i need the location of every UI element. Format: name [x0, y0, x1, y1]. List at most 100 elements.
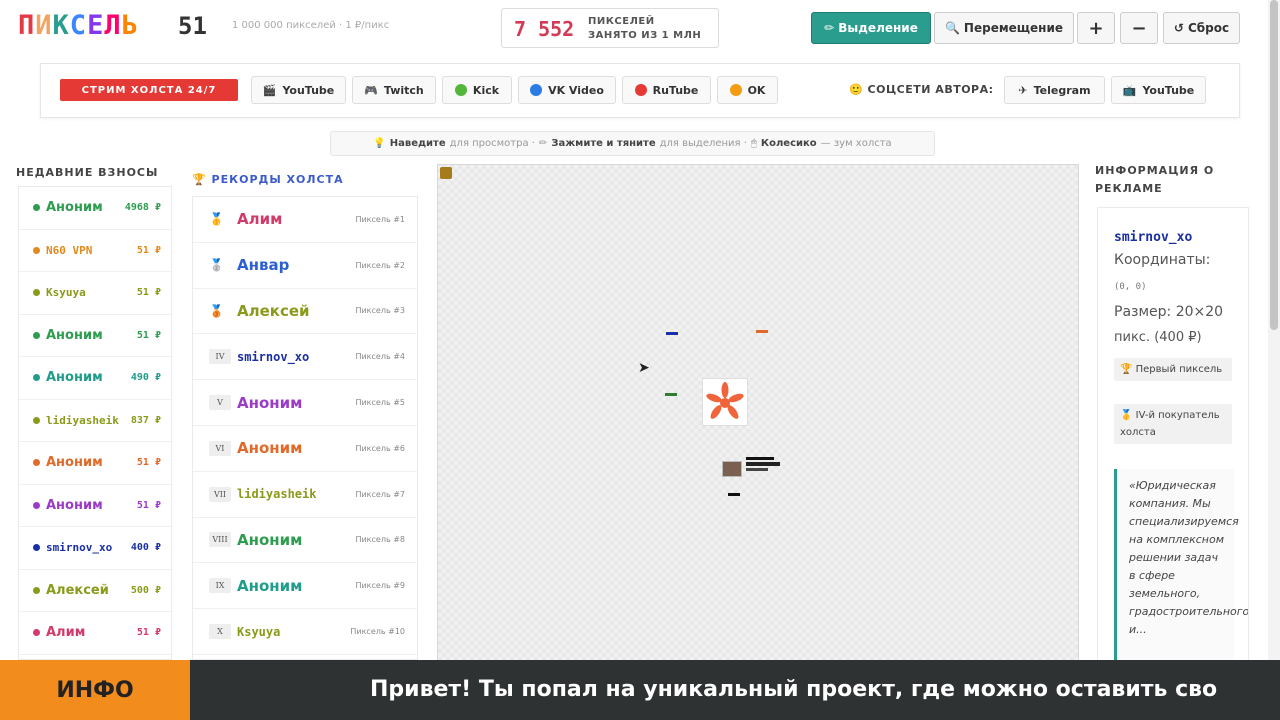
- live-stream-button[interactable]: СТРИМ ХОЛСТА 24/7: [60, 79, 238, 101]
- record-pixel-note: Пиксель #6: [355, 443, 405, 453]
- author-youtube-button[interactable]: 📺 YouTube: [1111, 76, 1206, 104]
- donor-name: Аноним: [46, 200, 103, 216]
- donor-name: lidiyasheik: [46, 413, 119, 427]
- medal-icon: 🥇: [209, 212, 224, 227]
- recent-item[interactable]: Алим 51 ₽: [19, 612, 171, 655]
- logo-letter: Е: [87, 10, 105, 41]
- logo-letter: Л: [104, 10, 122, 41]
- record-item[interactable]: IX Аноним Пиксель #9: [193, 563, 417, 610]
- stream-youtube-button[interactable]: 🎬 YouTube: [251, 76, 346, 104]
- record-holder-name: Аноним: [237, 439, 303, 458]
- donation-amount: 4968 ₽: [124, 202, 161, 214]
- donation-amount: 51 ₽: [136, 499, 161, 511]
- first-pixel-badge: 🏆 Первый пиксель: [1114, 358, 1232, 381]
- bullet-icon: [33, 331, 40, 339]
- mouse-icon: 🖱: [750, 138, 757, 149]
- recent-item[interactable]: Аноним 51 ₽: [19, 315, 171, 357]
- record-item[interactable]: VIII Аноним Пиксель #8: [193, 518, 417, 564]
- record-item[interactable]: IV smirnov_xo Пиксель #4: [193, 334, 417, 381]
- trophy-icon: 🏆: [192, 173, 207, 186]
- cursor-icon: ➤: [638, 360, 650, 376]
- donor-name: Аноним: [46, 327, 103, 343]
- recent-item[interactable]: Аноним 490 ₽: [19, 357, 171, 400]
- bulb-icon: 💡: [373, 138, 386, 149]
- reset-button[interactable]: ↺ Сброс: [1163, 12, 1240, 44]
- record-holder-name: Аноним: [237, 393, 303, 412]
- header: ПИКСЕЛЬ 51 1 000 000 пикселей · 1 ₽/пикс…: [0, 0, 1280, 56]
- record-pixel-note: Пиксель #3: [355, 306, 405, 316]
- page-scrollbar[interactable]: [1268, 0, 1280, 660]
- recent-item[interactable]: Аноним 51 ₽: [19, 442, 171, 485]
- donation-amount: 400 ₽: [130, 542, 161, 554]
- stream-twitch-button[interactable]: 🎮 Twitch: [352, 76, 436, 104]
- record-holder-name: Аноним: [237, 530, 303, 549]
- logo[interactable]: ПИКСЕЛЬ: [18, 10, 139, 41]
- record-holder-name: Аноним: [237, 576, 303, 595]
- orange-dot-icon: [729, 84, 742, 96]
- records-title: 🏆 РЕКОРДЫ ХОЛСТА: [192, 173, 344, 186]
- ad-pixel-image[interactable]: [702, 378, 748, 426]
- record-pixel-note: Пиксель #5: [355, 398, 405, 408]
- rank-number: X: [209, 624, 231, 640]
- scrollbar-thumb[interactable]: [1270, 0, 1278, 330]
- stream-ok-button[interactable]: OK: [717, 76, 778, 104]
- bullet-icon: [33, 501, 40, 509]
- film-icon: 🎬: [262, 83, 277, 97]
- donor-name: Алексей: [46, 582, 109, 598]
- ad-owner-name[interactable]: smirnov_xo: [1114, 230, 1192, 245]
- ticker-text: Привет! Ты попал на уникальный проект, г…: [370, 677, 1218, 702]
- record-pixel-note: Пиксель #9: [355, 581, 405, 591]
- move-tool-button[interactable]: 🔍 Перемещение: [934, 12, 1074, 44]
- recent-item[interactable]: Аноним 4968 ₽: [19, 187, 171, 230]
- stream-rutube-button[interactable]: RuTube: [622, 76, 711, 104]
- medal-icon: 🥈: [209, 258, 224, 273]
- record-item[interactable]: X Ksyuya Пиксель #10: [193, 609, 417, 655]
- recent-item[interactable]: Ksyuya 51 ₽: [19, 272, 171, 315]
- record-item[interactable]: 🥉 Алексей Пиксель #3: [193, 289, 417, 335]
- record-item[interactable]: VII lidiyasheik Пиксель #7: [193, 472, 417, 518]
- record-item[interactable]: VI Аноним Пиксель #6: [193, 426, 417, 472]
- zoom-out-button[interactable]: −: [1120, 12, 1158, 44]
- zoom-in-button[interactable]: +: [1077, 12, 1115, 44]
- pixel-block[interactable]: [756, 330, 768, 333]
- recent-item[interactable]: smirnov_xo 400 ₽: [19, 527, 171, 570]
- pixel-text-block[interactable]: [746, 455, 782, 471]
- record-pixel-note: Пиксель #4: [355, 352, 405, 362]
- bullet-icon: [33, 459, 40, 467]
- medal-icon: 🥉: [209, 303, 224, 318]
- logo-letter: С: [69, 10, 88, 41]
- stream-kick-button[interactable]: Kick: [442, 76, 512, 104]
- plane-icon: ✈: [1018, 83, 1028, 97]
- record-holder-name: smirnov_xo: [237, 349, 310, 364]
- recent-item[interactable]: Аноним 51 ₽: [19, 485, 171, 527]
- recent-item[interactable]: Алексей 500 ₽: [19, 570, 171, 612]
- record-holder-name: Алексей: [237, 301, 310, 320]
- select-tool-button[interactable]: ✏ Выделение: [811, 12, 931, 44]
- donation-amount: 51 ₽: [136, 287, 161, 299]
- usage-hint: 💡 Наведите для просмотра · ✏ Зажмите и т…: [330, 131, 935, 156]
- pixel-canvas[interactable]: ➤: [437, 164, 1079, 664]
- recent-item[interactable]: N60 VPN 51 ₽: [19, 230, 171, 272]
- stream-vk-video-button[interactable]: VK Video: [518, 76, 616, 104]
- streams-bar: СТРИМ ХОЛСТА 24/7 🎬 YouTube 🎮 Twitch Kic…: [40, 63, 1240, 118]
- bullet-icon: [33, 416, 40, 424]
- donation-amount: 51 ₽: [136, 329, 161, 341]
- pixel-counter: 7 552 ПИКСЕЛЕЙ ЗАНЯТО ИЗ 1 МЛН: [501, 8, 719, 48]
- author-telegram-button[interactable]: ✈ Telegram: [1004, 76, 1105, 104]
- ad-size-label: Размер: 20×20: [1114, 304, 1224, 320]
- bullet-icon: [33, 289, 40, 297]
- canvas-corner-icon[interactable]: [440, 167, 452, 179]
- record-item[interactable]: V Аноним Пиксель #5: [193, 380, 417, 426]
- red-dot-icon: [634, 84, 647, 96]
- record-item[interactable]: 🥈 Анвар Пиксель #2: [193, 243, 417, 289]
- ticker-tag: ИНФО: [0, 660, 190, 720]
- record-item[interactable]: 🥇 Алим Пиксель #1: [193, 197, 417, 243]
- pixel-block[interactable]: [666, 332, 678, 335]
- info-ticker: ИНФО Привет! Ты попал на уникальный прое…: [0, 660, 1280, 720]
- recent-item[interactable]: lidiyasheik 837 ₽: [19, 400, 171, 442]
- pixel-image-thumb[interactable]: [722, 461, 742, 477]
- pixel-block[interactable]: [665, 393, 677, 396]
- bullet-icon: [33, 374, 40, 382]
- pixel-block[interactable]: [728, 493, 740, 496]
- donor-name: smirnov_xo: [46, 541, 113, 555]
